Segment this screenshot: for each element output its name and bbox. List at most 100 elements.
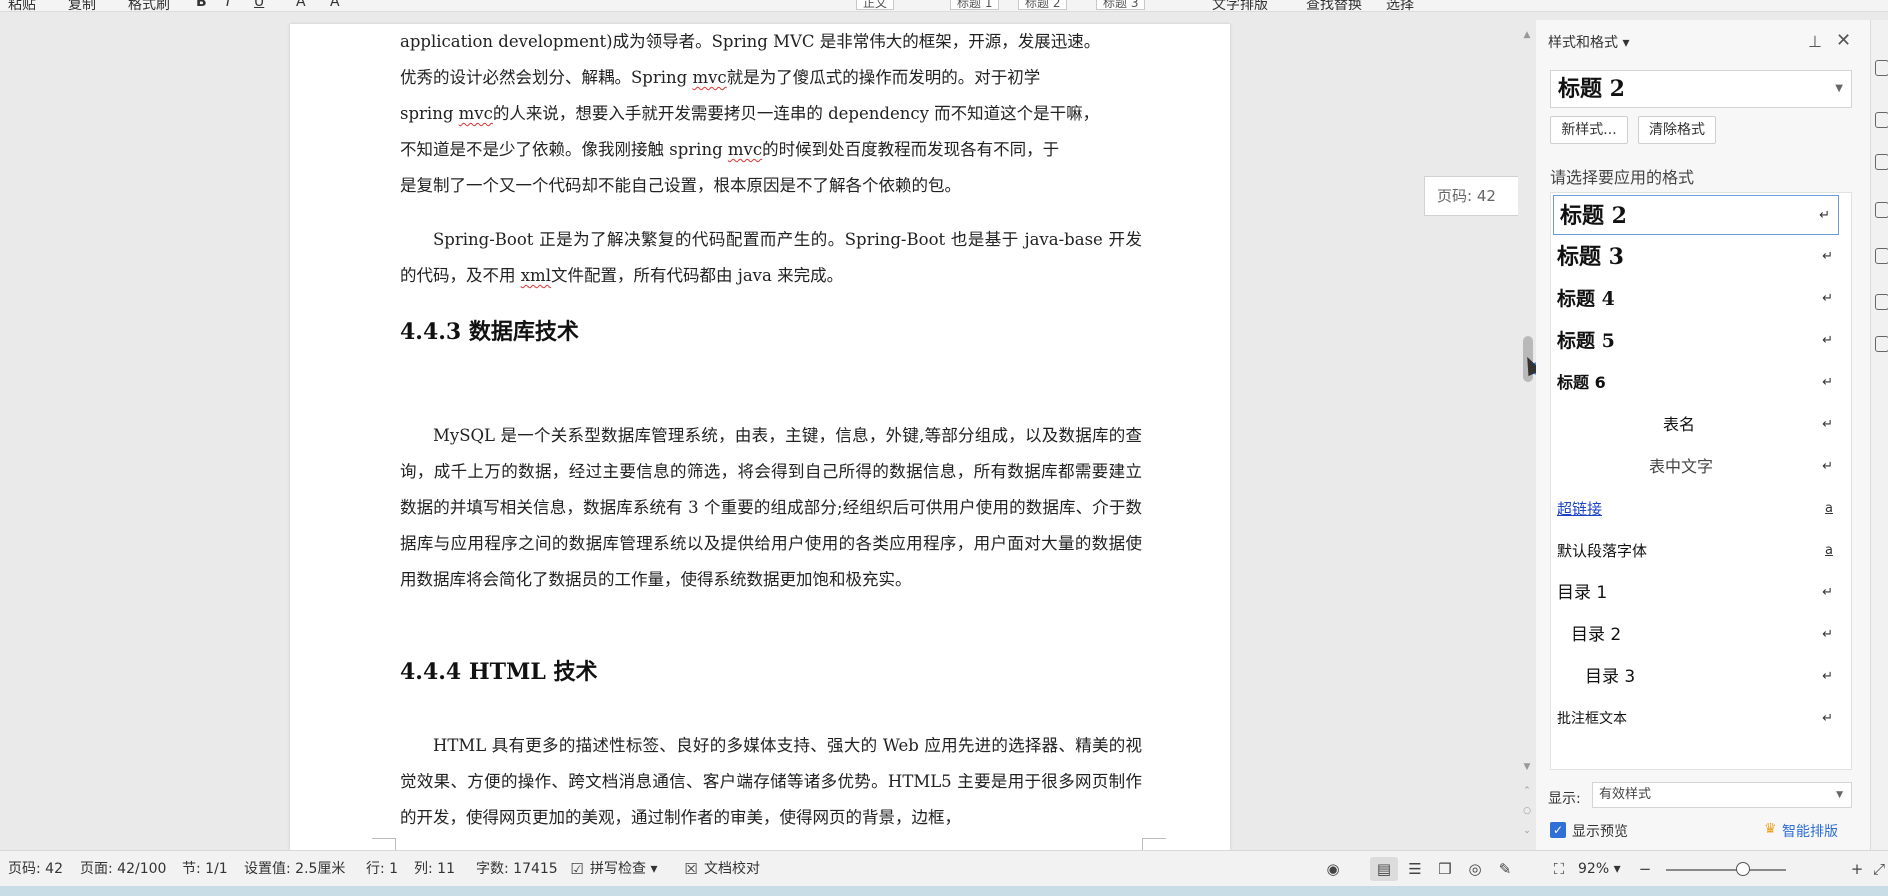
status-pages[interactable]: 页面: 42/100 [80,851,166,887]
italic-button[interactable]: I [226,0,230,10]
show-preview-checkbox[interactable]: ✓ [1550,822,1566,838]
scroll-down-icon[interactable]: ▼ [1520,760,1534,774]
status-setting[interactable]: 设置值: 2.5厘米 [244,851,345,887]
prev-page-icon[interactable]: ⌃ [1520,784,1534,798]
paragraph-mark-icon: ↵ [1822,669,1833,684]
reading-view-icon[interactable]: ❒ [1436,860,1454,878]
taskbar-strip [0,886,1888,896]
chevron-down-icon: ▼ [1835,83,1843,94]
style-item-heading-2[interactable]: 标题 2 ↵ [1553,195,1839,235]
status-bar: 页码: 42 页面: 42/100 节: 1/1 设置值: 2.5厘米 行: 1… [0,850,1888,886]
show-preview-label: 显示预览 [1572,824,1628,840]
wps-writer-window: 粘贴 复制 格式刷 B I U A A 正文 标题 1 标题 2 标题 3 文字… [0,0,1888,896]
font-size-up-button[interactable]: A [296,0,306,10]
zoom-slider-handle[interactable] [1736,862,1750,876]
style-item-default-font[interactable]: 默认段落字体 a [1551,531,1841,571]
paragraph-spring-boot[interactable]: Spring-Boot 正是为了解决繁复的代码配置而产生的。Spring-Boo… [400,222,1142,294]
status-row[interactable]: 行: 1 [366,851,398,887]
spellcheck-button[interactable]: 拼写检查 ▾ [590,851,657,887]
font-size-down-button[interactable]: A [330,0,340,10]
style-heading-1[interactable]: 标题 1 [950,0,1000,10]
paragraph-html[interactable]: HTML 具有更多的描述性标签、良好的多媒体支持、强大的 Web 应用先进的选择… [400,728,1142,836]
style-item-heading-4[interactable]: 标题 4 ↵ [1551,279,1841,319]
scroll-up-icon[interactable]: ▲ [1520,28,1534,42]
style-item-toc-2[interactable]: 目录 2 ↵ [1551,615,1841,655]
style-normal[interactable]: 正文 [856,0,895,10]
select-browse-object-icon[interactable]: ○ [1520,804,1534,818]
backup-icon[interactable] [1875,248,1888,264]
share-icon[interactable] [1875,294,1888,310]
bold-button[interactable]: B [196,0,207,10]
pin-icon[interactable]: ⊥ [1808,32,1822,51]
zoom-level[interactable]: 92% ▾ [1578,851,1621,887]
paragraph-mark-icon: ↵ [1822,417,1833,432]
write-mode-icon[interactable]: ✎ [1496,860,1514,878]
ribbon-toolbar: 粘贴 复制 格式刷 B I U A A 正文 标题 1 标题 2 标题 3 文字… [0,0,1888,12]
style-heading-2[interactable]: 标题 2 [1018,0,1068,10]
style-list[interactable]: 标题 2 ↵ 标题 3 ↵ 标题 4 ↵ 标题 5 ↵ 标题 6 ↵ 表名 ↵ [1550,192,1852,770]
zoom-slider-track[interactable] [1666,869,1786,871]
eye-protection-icon[interactable]: ◉ [1324,860,1342,878]
paragraph-mysql[interactable]: MySQL 是一个关系型数据库管理系统，由表，主键，信息，外键,等部分组成，以及… [400,418,1142,598]
zoom-out-icon[interactable]: − [1636,860,1654,878]
current-style-dropdown[interactable]: 标题 2 ▼ [1550,70,1852,108]
new-style-button[interactable]: 新样式... [1550,116,1628,144]
navigation-icon[interactable] [1875,202,1888,218]
format-painter-button[interactable]: 格式刷 [128,0,170,11]
heading-4-4-4[interactable]: 4.4.4 HTML 技术 [400,654,598,686]
status-word-count[interactable]: 字数: 17415 [476,851,558,887]
document-page[interactable]: application development)成为领导者。Spring MVC… [290,24,1230,862]
style-panel-icon[interactable] [1875,60,1888,76]
document-canvas[interactable]: application development)成为领导者。Spring MVC… [0,12,1518,862]
page-view-icon[interactable]: ▤ [1375,860,1393,878]
status-section[interactable]: 节: 1/1 [182,851,228,887]
style-item-comment-text[interactable]: 批注框文本 ↵ [1551,699,1841,739]
status-column[interactable]: 列: 11 [414,851,455,887]
find-replace-button[interactable]: 查找替换 [1306,0,1362,11]
web-view-icon[interactable]: ◎ [1466,860,1484,878]
smart-layout-link[interactable]: 智能排版 [1782,821,1838,841]
select-button[interactable]: 选择 [1386,0,1414,11]
style-item-table-name[interactable]: 表名 ↵ [1551,405,1841,445]
panel-title[interactable]: 样式和格式 ▾ [1548,32,1629,52]
paste-button[interactable]: 粘贴 [8,0,36,11]
character-style-icon: a [1825,501,1833,516]
style-item-toc-3[interactable]: 目录 3 ↵ [1551,657,1841,697]
paragraph-mark-icon: ↵ [1822,627,1833,642]
text-layout-button[interactable]: 文字排版 [1212,0,1268,11]
zoom-in-icon[interactable]: + [1848,860,1866,878]
character-style-icon: a [1825,543,1833,558]
display-filter-select[interactable]: 有效样式 ▼ [1592,782,1852,808]
underline-button[interactable]: U [254,0,264,10]
doc-check-button[interactable]: 文档校对 [704,851,760,887]
paragraph-mark-icon: ↵ [1822,291,1833,306]
style-item-heading-3[interactable]: 标题 3 ↵ [1551,237,1841,277]
paragraph-mark-icon: ↵ [1822,249,1833,264]
document-scrollbar[interactable]: ▲ ▼ ⌃ ○ ⌄ [1518,20,1544,850]
style-item-toc-1[interactable]: 目录 1 ↵ [1551,573,1841,613]
style-item-table-text[interactable]: 表中文字 ↵ [1551,447,1841,487]
fit-page-icon[interactable]: ⛶ [1550,860,1568,878]
paragraph-mark-icon: ↵ [1819,208,1830,223]
style-item-heading-6[interactable]: 标题 6 ↵ [1551,363,1841,403]
chevron-down-icon: ▼ [1836,790,1843,800]
crown-icon: ♛ [1764,821,1777,837]
paragraph-spring-mvc[interactable]: application development)成为领导者。Spring MVC… [400,24,1142,204]
close-icon[interactable]: ✕ [1836,30,1851,51]
select-object-icon[interactable] [1875,112,1888,128]
document-icon[interactable] [1875,336,1888,352]
fullscreen-icon[interactable]: ⤢ [1870,860,1888,878]
panel-prompt: 请选择要应用的格式 [1550,168,1695,187]
style-heading-3[interactable]: 标题 3 [1096,0,1146,10]
style-item-heading-5[interactable]: 标题 5 ↵ [1551,321,1841,361]
copy-button[interactable]: 复制 [68,0,96,11]
properties-icon[interactable] [1875,154,1888,170]
paragraph-mark-icon: ↵ [1822,585,1833,600]
clear-format-button[interactable]: 清除格式 [1638,116,1716,144]
status-page-number[interactable]: 页码: 42 [8,851,63,887]
outline-view-icon[interactable]: ☰ [1406,860,1424,878]
page-number-tooltip: 页码: 42 [1424,176,1532,216]
style-item-hyperlink[interactable]: 超链接 a [1551,489,1841,529]
heading-4-4-3[interactable]: 4.4.3 数据库技术 [400,314,579,346]
next-page-icon[interactable]: ⌄ [1520,824,1534,838]
